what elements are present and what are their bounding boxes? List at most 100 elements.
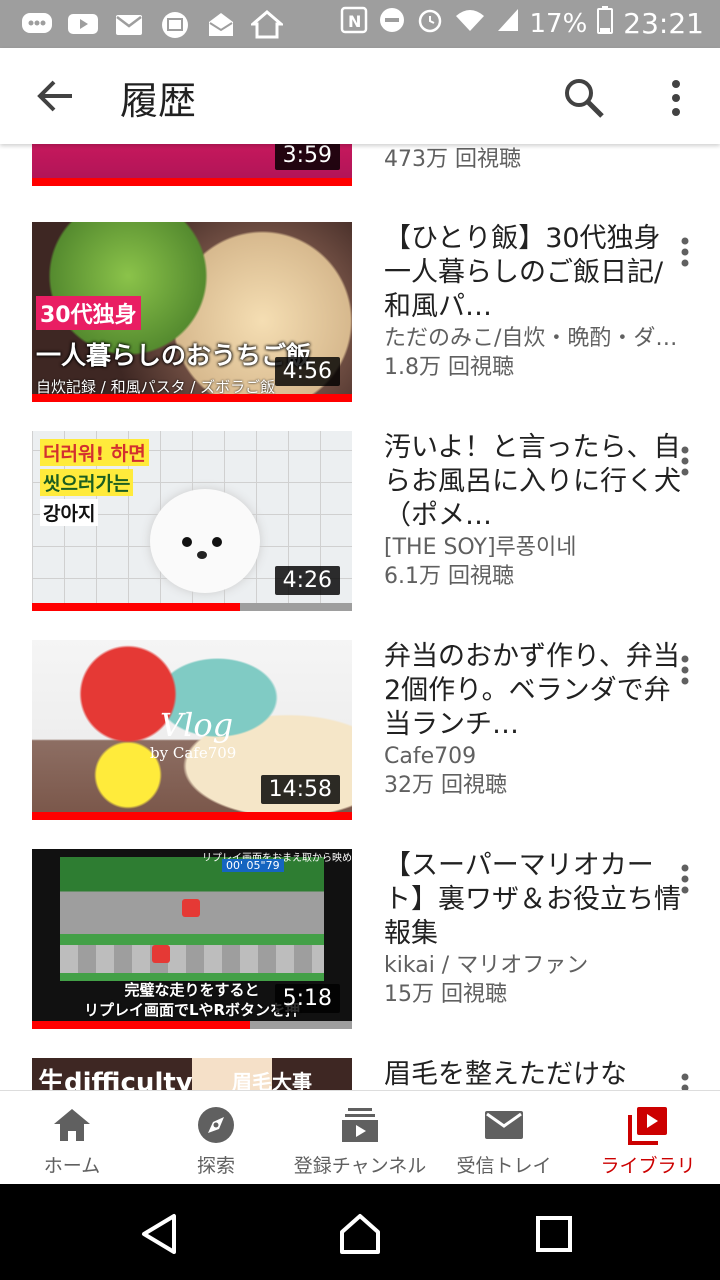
library-icon [628,1107,667,1145]
app-bar: 履歴 [0,48,720,144]
list-item[interactable]: リプレイ画面をおまえ取から映める 00' 05"79 完璧な走りをすると リプレ… [0,849,720,1029]
tab-inbox[interactable]: 受信トレイ [432,1091,576,1184]
more-vert-icon [672,80,680,116]
page-title: 履歴 [120,79,197,123]
duration-badge: 3:59 [274,144,340,170]
more-vert-icon [681,655,689,685]
thumbnail-caption: 더러워! 하면 [40,439,149,466]
mail-notification-icon [112,8,146,40]
home-icon [54,1109,90,1141]
duration-badge: 14:58 [260,775,340,804]
alarm-icon [416,6,444,41]
list-item[interactable]: 30代独身 一人暮らしのおうちご飯 自炊記録 / 和風パスタ / ズボラご飯 4… [0,222,720,402]
clock: 23:21 [623,7,704,40]
thumbnail-caption: 一人暮らしのおうちご飯 [36,341,312,370]
item-menu-button[interactable] [672,1072,698,1090]
view-count: 15万 回視聴 [384,982,507,1007]
tab-label: 受信トレイ [456,1155,552,1177]
video-thumbnail[interactable]: 生difficulty 眉毛大事 [32,1058,352,1090]
item-menu-button[interactable] [672,654,698,686]
video-title[interactable]: 汚いよ！と言ったら、自らお風呂に入りに行く犬（ポメ… [384,431,684,533]
list-item[interactable]: 3:59 473万 回視聴 [0,144,720,186]
svg-text:N: N [348,12,361,31]
thumbnail-caption: 眉毛大事 [232,1070,312,1090]
explore-icon [198,1107,234,1143]
thumbnail-caption: 生difficulty [38,1068,193,1090]
duration-badge: 5:18 [274,984,340,1013]
video-thumbnail[interactable]: 30代独身 一人暮らしのおうちご飯 自炊記録 / 和風パスタ / ズボラご飯 4… [32,222,352,402]
video-title[interactable]: 【スーパーマリオカート】裏ワザ＆お役立ち情報集 [384,849,684,951]
thumbnail-caption: Vlog [160,706,234,744]
thumbnail-caption: 강아지 [40,499,99,526]
watch-progress-bar [32,178,352,186]
mail-open-icon [204,8,238,40]
thumbnail-caption: 00' 05"79 [222,859,284,872]
tab-label: ホーム [43,1155,101,1177]
video-thumbnail[interactable]: リプレイ画面をおまえ取から映める 00' 05"79 完璧な走りをすると リプレ… [32,849,352,1029]
tab-label: ライブラリ [600,1155,696,1177]
video-title[interactable]: 【ひとり飯】30代独身一人暮らしのご飯日記/和風パ… [384,222,684,324]
channel-name: kikai / マリオファン [384,953,589,978]
youtube-notification-icon [66,8,100,40]
item-menu-button[interactable] [672,445,698,477]
video-thumbnail[interactable]: Vlog by Cafe709 14:58 [32,640,352,820]
thumbnail-caption: by Cafe709 [150,744,237,762]
subscriptions-icon [342,1108,378,1142]
video-title[interactable]: 弁当のおかず作り、弁当2個作り。ベランダで弁当ランチ… [384,640,684,742]
more-vert-icon [681,864,689,894]
system-recents-button[interactable] [532,1212,576,1256]
more-vert-icon [681,1073,689,1090]
home-outline-icon [340,1214,380,1254]
view-count: 6.1万 回視聴 [384,564,514,589]
arrow-back-icon [37,80,72,112]
watch-progress-bar [32,812,352,820]
video-title[interactable]: 眉毛を整えただけな [384,1058,684,1090]
watch-progress-bar [32,394,352,402]
back-button[interactable] [30,72,82,120]
item-menu-button[interactable] [672,236,698,268]
watch-progress-bar [32,603,240,611]
duration-badge: 4:26 [274,566,340,595]
tab-subscriptions[interactable]: 登録チャンネル [288,1091,432,1184]
search-icon [565,79,604,118]
view-count: 32万 回視聴 [384,773,507,798]
more-options-button[interactable] [656,74,696,122]
channel-name: Cafe709 [384,744,477,769]
nfc-icon: N [340,6,368,41]
channel-name: ただのみこ/自炊・晩酌・ダ… [384,326,678,351]
item-menu-button[interactable] [672,863,698,895]
wifi-icon [454,7,486,40]
video-thumbnail[interactable]: 3:59 [32,144,352,186]
bottom-navigation: ホーム 探索 登録チャンネル 受信トレイ ライブラリ [0,1090,720,1184]
more-vert-icon [681,237,689,267]
more-vert-icon [681,446,689,476]
view-count: 1.8万 回視聴 [384,355,514,380]
tab-home[interactable]: ホーム [0,1091,144,1184]
list-item[interactable]: 더러워! 하면 씻으러가는 강아지 4:26 汚いよ！と言ったら、自らお風呂に入… [0,431,720,611]
system-home-button[interactable] [338,1212,382,1256]
thumbnail-caption: 씻으러가는 [40,469,134,496]
duration-badge: 4:56 [274,357,340,386]
list-item[interactable]: 生difficulty 眉毛大事 眉毛を整えただけな [0,1058,720,1090]
video-thumbnail[interactable]: 더러워! 하면 씻으러가는 강아지 4:26 [32,431,352,611]
triangle-back-icon [142,1214,176,1254]
tab-label: 探索 [196,1155,235,1177]
battery-percent: 17% [529,8,588,39]
battery-icon [597,6,614,41]
calendar-notification-icon [158,8,192,40]
history-list[interactable]: 3:59 473万 回視聴 30代独身 一人暮らしのおうちご飯 自炊記録 / 和… [0,144,720,1090]
recents-square-icon [536,1216,572,1252]
list-item[interactable]: Vlog by Cafe709 14:58 弁当のおかず作り、弁当2個作り。ベラ… [0,640,720,820]
signal-icon [496,7,520,40]
tab-library[interactable]: ライブラリ [576,1091,720,1184]
view-count: 473万 回視聴 [384,147,521,172]
system-back-button[interactable] [138,1212,182,1256]
search-button[interactable] [560,74,608,122]
dog-picture [150,489,260,593]
channel-name: [THE SOY]루퐁이네 [384,535,577,560]
tab-explore[interactable]: 探索 [144,1091,288,1184]
inbox-icon [485,1111,523,1139]
home-share-icon [250,8,284,40]
system-navigation-bar [0,1184,720,1280]
thumbnail-caption: 30代独身 [36,296,141,330]
